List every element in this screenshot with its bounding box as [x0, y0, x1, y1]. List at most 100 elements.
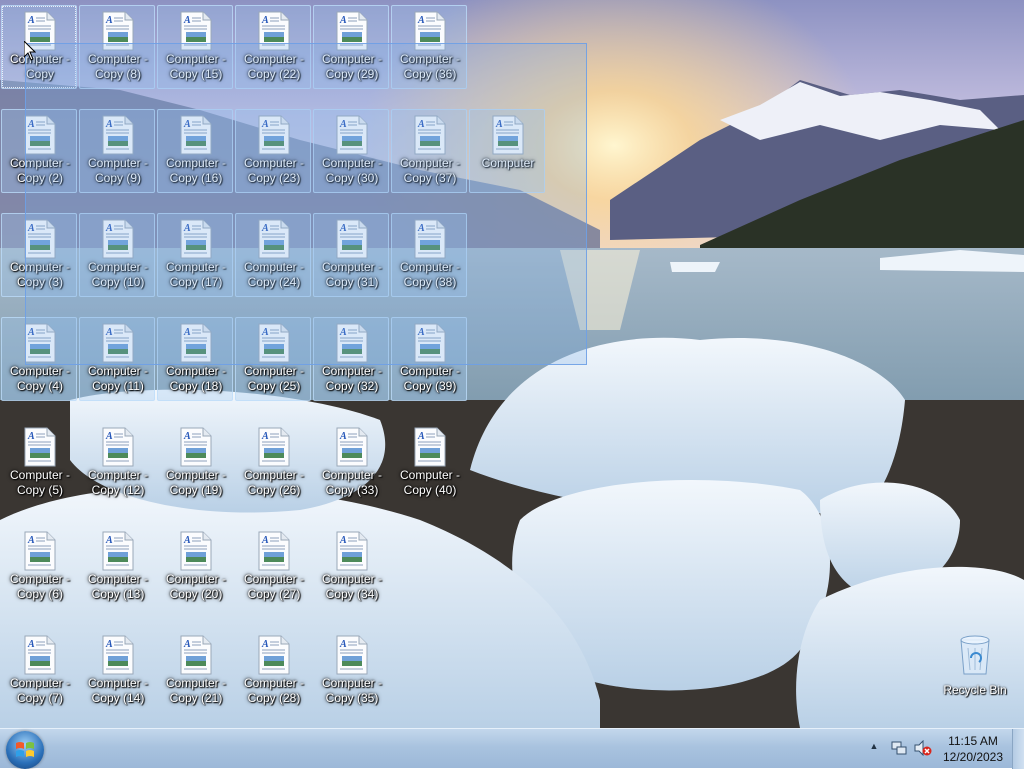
document-icon: A — [336, 323, 368, 363]
desktop-icon-label: Computer - Copy (3) — [9, 260, 71, 289]
desktop-icon[interactable]: A Computer - Copy (27) — [235, 525, 311, 609]
desktop-icon[interactable]: A Computer - Copy (15) — [157, 5, 233, 89]
svg-text:A: A — [339, 639, 347, 650]
desktop-icon-label: Computer - Copy (22) — [243, 52, 305, 81]
document-icon: A — [24, 115, 56, 155]
desktop-icon[interactable]: A Computer - Copy (33) — [313, 421, 389, 505]
svg-text:A: A — [27, 327, 35, 338]
desktop-icon-label: Computer - Copy (2) — [9, 156, 71, 185]
document-icon: A — [180, 219, 212, 259]
document-icon: A — [180, 427, 212, 467]
desktop-icon[interactable]: A Computer - Copy (6) — [1, 525, 77, 609]
document-icon: A — [180, 531, 212, 571]
svg-text:A: A — [27, 431, 35, 442]
document-icon: A — [258, 11, 290, 51]
desktop-icon[interactable]: A Computer - Copy (31) — [313, 213, 389, 297]
desktop-icon-label: Computer - Copy (37) — [399, 156, 461, 185]
desktop-icon[interactable]: A Computer - Copy (20) — [157, 525, 233, 609]
svg-text:A: A — [27, 223, 35, 234]
svg-text:A: A — [183, 327, 191, 338]
svg-text:A: A — [105, 15, 113, 26]
chevron-up-icon[interactable]: ▲ — [868, 741, 880, 753]
desktop-icon-label: Computer - Copy (39) — [399, 364, 461, 393]
svg-text:A: A — [27, 119, 35, 130]
desktop-icon[interactable]: A Computer - Copy (35) — [313, 629, 389, 713]
svg-text:A: A — [105, 119, 113, 130]
svg-text:A: A — [261, 639, 269, 650]
desktop-icon[interactable]: A Computer - Copy (24) — [235, 213, 311, 297]
desktop-icon[interactable]: A Computer - Copy (40) — [391, 421, 467, 505]
desktop-icon[interactable]: A Computer - Copy (10) — [79, 213, 155, 297]
svg-text:A: A — [27, 639, 35, 650]
desktop-icon[interactable]: A Computer - Copy (34) — [313, 525, 389, 609]
desktop-icon[interactable]: A Computer - Copy (2) — [1, 109, 77, 193]
svg-text:A: A — [417, 119, 425, 130]
document-icon: A — [24, 323, 56, 363]
desktop-icon[interactable]: A Computer - Copy (29) — [313, 5, 389, 89]
desktop-icon[interactable]: A Computer - Copy (9) — [79, 109, 155, 193]
desktop-icon[interactable]: A Computer - Copy (13) — [79, 525, 155, 609]
document-icon: A — [24, 219, 56, 259]
show-desktop-button[interactable] — [1012, 729, 1024, 769]
network-icon[interactable] — [890, 740, 908, 756]
document-icon: A — [102, 219, 134, 259]
svg-text:A: A — [261, 15, 269, 26]
desktop-icon-label: Computer - Copy (33) — [321, 468, 383, 497]
desktop-icon[interactable]: A Computer - Copy (38) — [391, 213, 467, 297]
desktop-icon[interactable]: A Computer - Copy (14) — [79, 629, 155, 713]
desktop-icon-label: Computer - Copy (35) — [321, 676, 383, 705]
recycle-bin[interactable]: Recycle Bin — [937, 628, 1013, 704]
svg-text:A: A — [261, 119, 269, 130]
desktop-icon[interactable]: A Computer - Copy — [1, 5, 77, 89]
document-icon: A — [336, 635, 368, 675]
desktop-icon[interactable]: A Computer - Copy (19) — [157, 421, 233, 505]
desktop-icon[interactable]: A Computer - Copy (11) — [79, 317, 155, 401]
desktop-icon[interactable]: A Computer - Copy (5) — [1, 421, 77, 505]
desktop-icon[interactable]: A Computer - Copy (3) — [1, 213, 77, 297]
desktop-icon-label: Computer - Copy (30) — [321, 156, 383, 185]
desktop-icon[interactable]: A Computer - Copy (12) — [79, 421, 155, 505]
desktop-icon-label: Computer - Copy (29) — [321, 52, 383, 81]
svg-text:A: A — [339, 119, 347, 130]
taskbar: ▲ 11:15 AM 12/20/2023 — [0, 728, 1024, 769]
desktop-icon[interactable]: A Computer - Copy (22) — [235, 5, 311, 89]
system-clock[interactable]: 11:15 AM 12/20/2023 — [936, 733, 1010, 765]
desktop-icon[interactable]: A Computer - Copy (17) — [157, 213, 233, 297]
desktop-icon[interactable]: A Computer - Copy (36) — [391, 5, 467, 89]
document-icon: A — [336, 427, 368, 467]
document-icon: A — [258, 635, 290, 675]
desktop-icon[interactable]: A Computer - Copy (4) — [1, 317, 77, 401]
svg-text:A: A — [261, 223, 269, 234]
desktop-icon[interactable]: A Computer - Copy (30) — [313, 109, 389, 193]
svg-text:A: A — [105, 223, 113, 234]
svg-text:A: A — [339, 327, 347, 338]
recycle-bin-label: Recycle Bin — [943, 683, 1007, 697]
desktop-icon[interactable]: A Computer - Copy (8) — [79, 5, 155, 89]
svg-text:A: A — [183, 431, 191, 442]
desktop-icon[interactable]: A Computer — [469, 109, 545, 193]
svg-text:A: A — [339, 15, 347, 26]
desktop-icon[interactable]: A Computer - Copy (21) — [157, 629, 233, 713]
desktop-icon[interactable]: A Computer - Copy (39) — [391, 317, 467, 401]
svg-text:A: A — [27, 535, 35, 546]
desktop-icon[interactable]: A Computer - Copy (25) — [235, 317, 311, 401]
document-icon: A — [492, 115, 524, 155]
document-icon: A — [102, 635, 134, 675]
desktop-icon[interactable]: A Computer - Copy (18) — [157, 317, 233, 401]
desktop-icon[interactable]: A Computer - Copy (32) — [313, 317, 389, 401]
desktop-icon-label: Computer - Copy (13) — [87, 572, 149, 601]
desktop-icon[interactable]: A Computer - Copy (16) — [157, 109, 233, 193]
svg-text:A: A — [105, 327, 113, 338]
desktop-icon[interactable]: A Computer - Copy (26) — [235, 421, 311, 505]
desktop-icon[interactable]: A Computer - Copy (7) — [1, 629, 77, 713]
volume-muted-icon[interactable] — [914, 740, 932, 756]
desktop-icon[interactable]: A Computer - Copy (37) — [391, 109, 467, 193]
svg-text:A: A — [183, 223, 191, 234]
svg-text:A: A — [105, 431, 113, 442]
desktop-icon-label: Computer - Copy (24) — [243, 260, 305, 289]
desktop-icon[interactable]: A Computer - Copy (28) — [235, 629, 311, 713]
desktop-icon[interactable]: A Computer - Copy (23) — [235, 109, 311, 193]
document-icon: A — [180, 11, 212, 51]
start-button[interactable] — [6, 731, 44, 769]
svg-text:A: A — [183, 639, 191, 650]
